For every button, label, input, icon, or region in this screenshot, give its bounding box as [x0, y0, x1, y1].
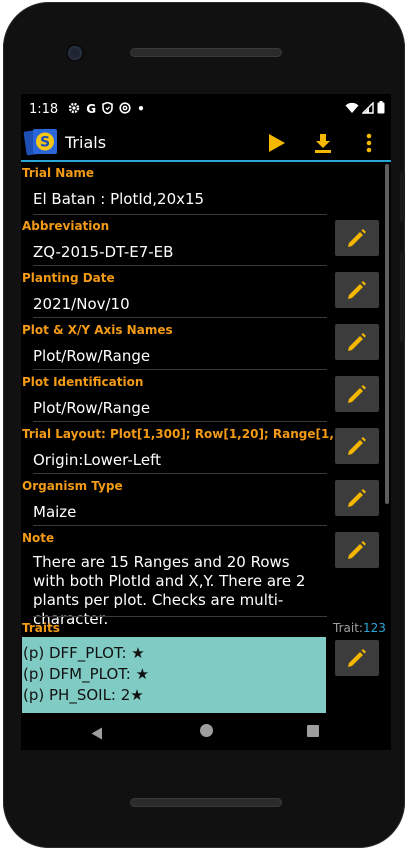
divider: [33, 421, 327, 422]
trait-count: Trait:123: [333, 621, 386, 635]
status-bar: 1:18 G •: [21, 94, 391, 124]
field-value: Plot/Row/Range: [33, 347, 151, 365]
divider: [33, 525, 327, 526]
pencil-icon: [348, 649, 366, 667]
svg-text:S: S: [40, 135, 50, 151]
download-icon: [315, 134, 331, 153]
overflow-menu-icon: [366, 133, 372, 153]
field-label: Abbreviation: [22, 219, 110, 233]
play-button[interactable]: [265, 130, 289, 156]
field-label: Planting Date: [22, 271, 115, 285]
scrollbar[interactable]: [385, 164, 389, 504]
edit-planting-date-button[interactable]: [335, 272, 379, 308]
trial-details: Trial Name El Batan : PlotId,20x15 Abbre…: [21, 164, 391, 713]
field-value: El Batan : PlotId,20x15: [33, 190, 205, 208]
field-value: Plot/Row/Range: [33, 399, 151, 417]
gear-icon: [68, 102, 80, 117]
front-camera: [68, 46, 82, 60]
edit-abbreviation-button[interactable]: [335, 220, 379, 256]
field-value: ZQ-2015-DT-E7-EB: [33, 243, 174, 261]
battery-icon: [377, 101, 385, 118]
app-bar: S Trials: [21, 124, 391, 162]
at-icon: [119, 101, 131, 117]
overflow-menu-button[interactable]: [357, 130, 381, 156]
field-label: Plot Identification: [22, 375, 144, 389]
edit-plot-axis-names-button[interactable]: [335, 324, 379, 360]
field-planting-date: Planting Date 2021/Nov/10: [21, 271, 327, 323]
field-value: 2021/Nov/10: [33, 295, 130, 313]
app-actions: [265, 130, 381, 156]
shield-icon: [102, 101, 113, 117]
field-label: Plot & X/Y Axis Names: [22, 323, 173, 337]
top-speaker: [130, 48, 282, 57]
field-label: Traits: [22, 621, 60, 635]
play-icon: [269, 134, 285, 152]
wifi-icon: [345, 102, 359, 118]
divider: [33, 369, 327, 370]
field-value: Maize: [33, 503, 77, 521]
status-time: 1:18: [29, 101, 59, 117]
divider: [33, 616, 327, 617]
back-icon[interactable]: [91, 725, 103, 744]
app-logo-icon: S: [23, 127, 61, 157]
divider: [33, 473, 327, 474]
field-label: Trial Name: [22, 166, 95, 180]
screen: 1:18 G • S Trials Trial Name El Batan: …: [21, 94, 391, 750]
divider: [33, 214, 327, 215]
signal-icon: [361, 100, 374, 118]
recents-icon[interactable]: [307, 725, 319, 737]
divider: [33, 265, 327, 266]
field-trial-name: Trial Name El Batan : PlotId,20x15: [21, 166, 327, 218]
bottom-speaker: [130, 798, 282, 807]
field-label: Organism Type: [22, 479, 123, 493]
divider: [33, 317, 327, 318]
home-icon[interactable]: [200, 724, 213, 737]
trait-count-prefix: Trait:: [333, 621, 363, 635]
google-icon: G: [86, 102, 97, 116]
field-note: Note There are 15 Ranges and 20 Rows wit…: [21, 531, 327, 628]
download-button[interactable]: [311, 130, 335, 156]
volume-button: [400, 252, 405, 342]
pencil-icon: [348, 281, 366, 299]
edit-trial-layout-button[interactable]: [335, 428, 379, 464]
field-plot-identification: Plot Identification Plot/Row/Range: [21, 375, 327, 427]
app-title: Trials: [65, 132, 107, 152]
field-label: Trial Layout: Plot[1,300]; Row[1,20]; Ra…: [22, 427, 357, 441]
pencil-icon: [348, 437, 366, 455]
edit-plot-identification-button[interactable]: [335, 376, 379, 412]
pencil-icon: [348, 229, 366, 247]
field-value: Origin:Lower-Left: [33, 451, 161, 469]
field-organism-type: Organism Type Maize: [21, 479, 327, 531]
status-right: [345, 100, 385, 118]
trait-item[interactable]: (p) PH_SOIL: 2★: [22, 685, 326, 706]
note-value: There are 15 Ranges and 20 Rows with bot…: [33, 553, 306, 628]
edit-note-button[interactable]: [335, 532, 379, 568]
power-button: [400, 172, 405, 222]
trait-item[interactable]: (p) DFF_PLOT: ★: [22, 643, 326, 664]
pencil-icon: [348, 385, 366, 403]
trait-item[interactable]: (p) DFM_PLOT: ★: [22, 664, 326, 685]
phone-frame: 1:18 G • S Trials Trial Name El Batan: …: [3, 2, 405, 848]
field-label: Note: [22, 531, 55, 545]
trait-count-value: 123: [362, 621, 386, 635]
traits-list[interactable]: (p) DFF_PLOT: ★ (p) DFM_PLOT: ★ (p) PH_S…: [22, 637, 326, 713]
system-nav-bar: [21, 712, 391, 750]
pencil-icon: [348, 333, 366, 351]
field-trial-layout: Trial Layout: Plot[1,300]; Row[1,20]; Ra…: [21, 427, 356, 479]
field-plot-axis-names: Plot & X/Y Axis Names Plot/Row/Range: [21, 323, 327, 375]
pencil-icon: [348, 489, 366, 507]
pencil-icon: [348, 541, 366, 559]
edit-traits-button[interactable]: [335, 640, 379, 676]
edit-organism-type-button[interactable]: [335, 480, 379, 516]
field-abbreviation: Abbreviation ZQ-2015-DT-E7-EB: [21, 219, 327, 271]
dot-icon: •: [137, 102, 145, 116]
